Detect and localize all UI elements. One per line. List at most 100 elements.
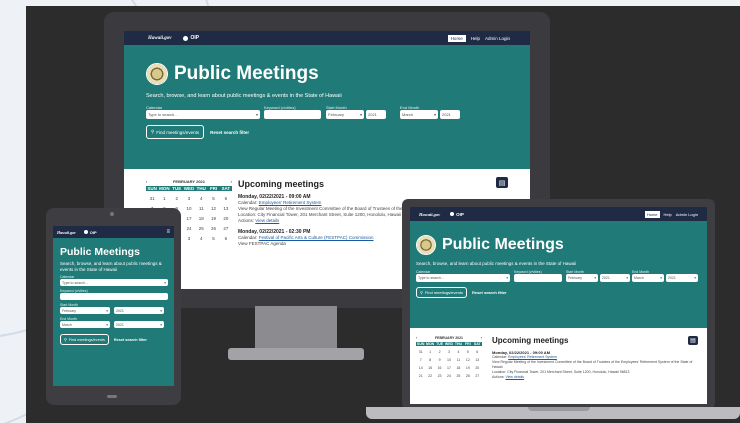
- end-year-select[interactable]: 2021: [440, 110, 460, 119]
- calendar-search-input[interactable]: Type to search... ▾: [60, 279, 168, 286]
- cal-date[interactable]: 20: [220, 216, 232, 221]
- cal-date[interactable]: 6: [473, 350, 482, 354]
- cal-date[interactable]: 26: [463, 374, 472, 378]
- cal-date[interactable]: 5: [207, 236, 219, 241]
- end-month-select[interactable]: March ▾: [632, 274, 664, 282]
- cal-date[interactable]: 19: [463, 366, 472, 370]
- end-month-select[interactable]: March ▾: [400, 110, 438, 119]
- end-month-select[interactable]: March ▾: [60, 321, 110, 328]
- cal-date[interactable]: 4: [195, 236, 207, 241]
- meeting-calendar-link[interactable]: Employees' Retirement System: [259, 200, 322, 205]
- cal-date[interactable]: 26: [207, 226, 219, 231]
- start-month-select[interactable]: February ▾: [566, 274, 598, 282]
- cal-date[interactable]: 17: [444, 366, 453, 370]
- cal-date[interactable]: 24: [183, 226, 195, 231]
- cal-date[interactable]: 13: [220, 206, 232, 211]
- end-year-select[interactable]: 2021 ▾: [114, 321, 164, 328]
- cal-date[interactable]: 25: [454, 374, 463, 378]
- cal-date[interactable]: 10: [183, 206, 195, 211]
- cal-next-button[interactable]: ›: [231, 179, 232, 184]
- print-button[interactable]: ▤: [496, 177, 508, 188]
- cal-date[interactable]: 27: [473, 374, 482, 378]
- oip-link[interactable]: OIP: [83, 230, 97, 235]
- keyword-input[interactable]: [264, 110, 321, 119]
- cal-date[interactable]: 10: [444, 358, 453, 362]
- cal-date[interactable]: 12: [207, 206, 219, 211]
- find-meetings-button[interactable]: ⚲ Find meetings/events: [416, 287, 467, 298]
- nav-home[interactable]: Home: [447, 34, 466, 42]
- cal-date[interactable]: 13: [473, 358, 482, 362]
- oip-link[interactable]: OIP: [183, 35, 199, 41]
- cal-date[interactable]: 1: [425, 350, 434, 354]
- cal-date[interactable]: 8: [425, 358, 434, 362]
- cal-date[interactable]: 2: [435, 350, 444, 354]
- cal-date[interactable]: 9: [435, 358, 444, 362]
- meeting-details-link[interactable]: View details: [255, 218, 279, 223]
- cal-date[interactable]: 18: [195, 216, 207, 221]
- print-button[interactable]: ▤: [688, 336, 698, 345]
- cal-date[interactable]: 11: [195, 206, 207, 211]
- menu-icon[interactable]: ≡: [166, 229, 170, 235]
- cal-date[interactable]: 7: [416, 358, 425, 362]
- cal-next-button[interactable]: ›: [481, 336, 482, 340]
- cal-date[interactable]: 27: [220, 226, 232, 231]
- cal-prev-button[interactable]: ‹: [416, 336, 417, 340]
- cal-date[interactable]: 23: [435, 374, 444, 378]
- hawaii-gov-logo[interactable]: Hawaii.gov: [148, 36, 171, 41]
- start-year-select[interactable]: 2021: [366, 110, 386, 119]
- start-year-select[interactable]: 2021 ▾: [114, 307, 164, 314]
- cal-date[interactable]: 6: [220, 196, 232, 201]
- cal-date[interactable]: 16: [435, 366, 444, 370]
- cal-date[interactable]: 17: [183, 216, 195, 221]
- hawaii-gov-logo[interactable]: Hawaii.gov: [419, 212, 440, 217]
- cal-date[interactable]: 19: [207, 216, 219, 221]
- cal-date[interactable]: 24: [444, 374, 453, 378]
- find-meetings-button[interactable]: ⚲ Find meetings/events: [146, 125, 205, 139]
- cal-date[interactable]: 5: [463, 350, 472, 354]
- keyword-input[interactable]: [514, 274, 562, 282]
- cal-date[interactable]: 18: [454, 366, 463, 370]
- cal-day-header: FRI: [463, 342, 473, 346]
- start-month-select[interactable]: February ▾: [326, 110, 364, 119]
- meeting-calendar-link[interactable]: Employees' Retirement System: [508, 355, 557, 359]
- cal-date[interactable]: 2: [171, 196, 183, 201]
- keyword-input[interactable]: [60, 293, 168, 300]
- oip-link[interactable]: OIP: [450, 212, 464, 217]
- cal-date[interactable]: 14: [416, 366, 425, 370]
- nav-admin-login[interactable]: Admin Login: [676, 212, 698, 217]
- nav-home[interactable]: Home: [644, 210, 660, 218]
- cal-date[interactable]: 3: [444, 350, 453, 354]
- cal-date[interactable]: 31: [416, 350, 425, 354]
- cal-date[interactable]: 1: [158, 196, 170, 201]
- cal-date[interactable]: 3: [183, 236, 195, 241]
- cal-date[interactable]: 3: [183, 196, 195, 201]
- start-month-select[interactable]: February ▾: [60, 307, 110, 314]
- cal-date[interactable]: 12: [463, 358, 472, 362]
- start-year-select[interactable]: 2021 ▾: [600, 274, 630, 282]
- meeting-calendar-link[interactable]: Festival of Pacific Arts & Culture (FEST…: [259, 235, 374, 240]
- cal-date[interactable]: 6: [220, 236, 232, 241]
- cal-date[interactable]: 15: [425, 366, 434, 370]
- cal-prev-button[interactable]: ‹: [146, 179, 147, 184]
- end-year-select[interactable]: 2021 ▾: [666, 274, 698, 282]
- nav-admin-login[interactable]: Admin Login: [485, 36, 510, 41]
- cal-date[interactable]: 31: [146, 196, 158, 201]
- nav-help[interactable]: Help: [664, 212, 672, 217]
- cal-date[interactable]: 22: [425, 374, 434, 378]
- reset-search-link[interactable]: Reset search filter: [114, 338, 147, 342]
- find-meetings-button[interactable]: ⚲ Find meetings/events: [60, 334, 109, 345]
- calendar-search-input[interactable]: Type to search... ▾: [416, 274, 510, 282]
- cal-date[interactable]: 20: [473, 366, 482, 370]
- meeting-details-link[interactable]: View details: [505, 375, 524, 379]
- cal-date[interactable]: 25: [195, 226, 207, 231]
- cal-date[interactable]: 4: [454, 350, 463, 354]
- cal-date[interactable]: 4: [195, 196, 207, 201]
- hawaii-gov-logo[interactable]: Hawaii.gov: [57, 230, 76, 235]
- calendar-search-input[interactable]: Type to search... ▾: [146, 110, 260, 119]
- reset-search-link[interactable]: Reset search filter: [472, 290, 507, 295]
- cal-date[interactable]: 5: [207, 196, 219, 201]
- nav-help[interactable]: Help: [471, 36, 480, 41]
- cal-date[interactable]: 11: [454, 358, 463, 362]
- cal-date[interactable]: 21: [416, 374, 425, 378]
- reset-search-link[interactable]: Reset search filter: [210, 130, 249, 135]
